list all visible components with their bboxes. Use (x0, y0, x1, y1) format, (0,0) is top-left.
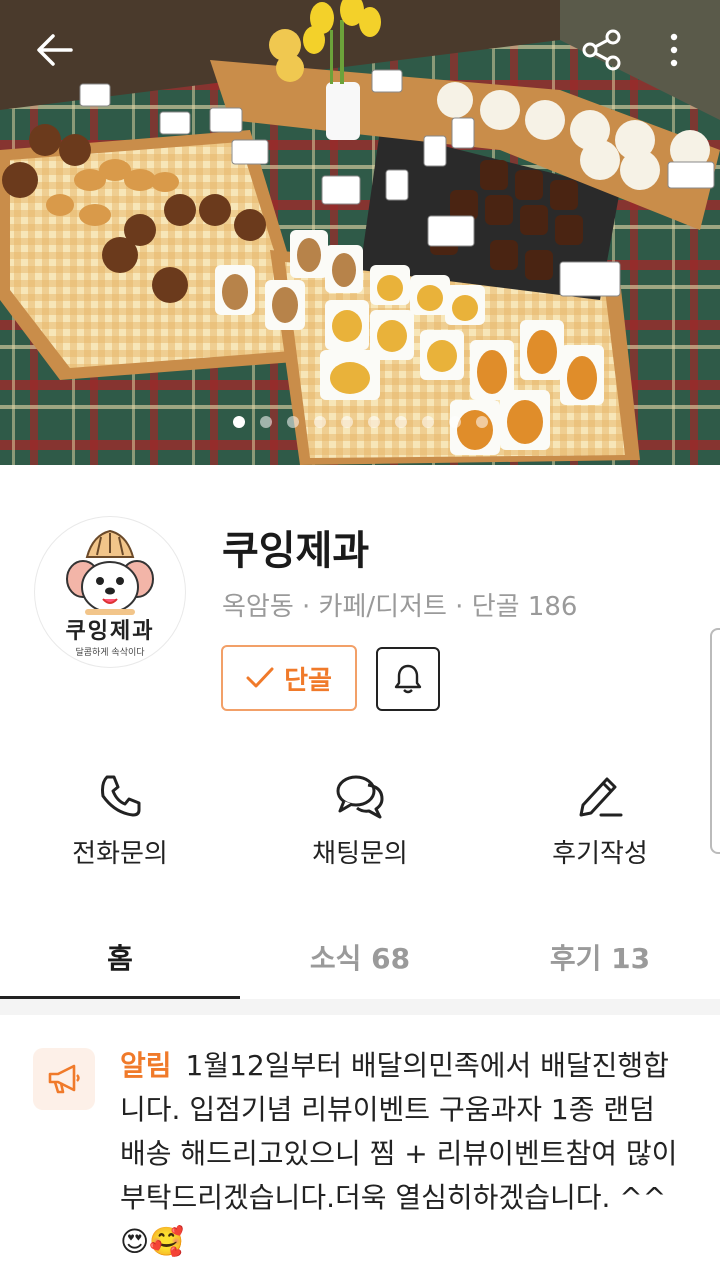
chat-inquiry-label: 채팅문의 (312, 839, 408, 869)
more-button[interactable] (650, 22, 698, 78)
regular-customer-button[interactable]: 단골 (221, 645, 357, 711)
bell-icon (394, 664, 422, 694)
tab-reviews[interactable]: 후기 13 (480, 915, 720, 999)
notice-body: 1월12일부터 배달의민족에서 배달진행합니다. 입점기념 리뷰이벤트 구움과자… (120, 1049, 678, 1258)
logo-subtext: 달콤하게 속삭이다 (75, 648, 145, 658)
write-review-button[interactable]: 후기작성 (500, 765, 700, 870)
chat-inquiry-button[interactable]: 채팅문의 (260, 765, 460, 870)
tab-news[interactable]: 소식 68 (240, 915, 480, 999)
notification-button[interactable] (376, 647, 440, 711)
carousel-dot[interactable] (448, 416, 461, 428)
carousel-dot[interactable] (313, 416, 326, 428)
notice-tag: 알림 (120, 1049, 172, 1082)
carousel-dot[interactable] (475, 416, 488, 428)
back-button[interactable] (27, 22, 83, 78)
share-button[interactable] (574, 22, 630, 78)
hero-photo[interactable] (0, 0, 720, 465)
section-divider (0, 999, 720, 1015)
shop-meta: 옥암동 · 카페/디저트 · 단골 186 (222, 592, 578, 622)
share-icon (582, 29, 621, 71)
carousel-dot[interactable] (394, 416, 407, 428)
phone-inquiry-label: 전화문의 (72, 839, 168, 869)
carousel-dot[interactable] (340, 416, 353, 428)
carousel-indicator (0, 416, 720, 428)
carousel-dot[interactable] (286, 416, 299, 428)
regular-label: 단골 (284, 665, 332, 696)
write-review-label: 후기작성 (552, 839, 648, 869)
notice-text: 알림 1월12일부터 배달의민족에서 배달진행합니다. 입점기념 리뷰이벤트 구움… (120, 1044, 680, 1264)
pencil-icon (579, 777, 623, 817)
action-row: 전화문의 채팅문의 후기작성 (0, 765, 720, 875)
carousel-dot[interactable] (259, 416, 272, 428)
carousel-dot[interactable] (232, 416, 245, 428)
shop-name: 쿠잉제과 (222, 528, 370, 574)
phone-icon (101, 775, 141, 817)
logo-text: 쿠잉제과 (65, 619, 155, 644)
tab-home[interactable]: 홈 (0, 915, 240, 1000)
carousel-dot[interactable] (367, 416, 380, 428)
phone-inquiry-button[interactable]: 전화문의 (20, 765, 220, 870)
more-vertical-icon (670, 33, 678, 67)
megaphone-icon (48, 1064, 80, 1094)
shop-logo: 쿠잉제과 달콤하게 속삭이다 (35, 517, 185, 667)
notice-icon-box (33, 1048, 95, 1110)
back-arrow-icon (37, 34, 73, 66)
tab-bar: 홈 소식 68 후기 13 (0, 915, 720, 1000)
check-icon (246, 667, 274, 688)
chat-icon (336, 775, 384, 819)
carousel-dot[interactable] (421, 416, 434, 428)
